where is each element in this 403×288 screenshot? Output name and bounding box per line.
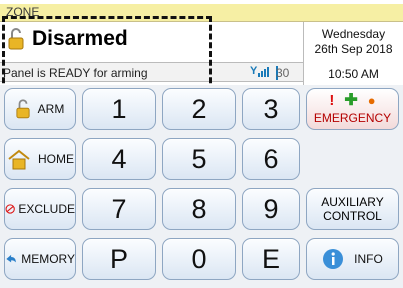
key-3-label: 3 [263,93,279,124]
house-padlock-icon [8,149,30,170]
key-1[interactable]: 1 [82,88,156,130]
key-p-label: P [109,243,128,274]
signal-value: 30 [276,66,290,80]
back-arrow-icon [6,254,16,263]
status-header: Disarmed [8,27,128,51]
info-button[interactable]: INFO [306,238,399,280]
key-4-label: 4 [111,143,127,174]
exclude-button[interactable]: EXCLUDE [4,188,76,230]
no-zone-icon [5,204,15,214]
key-9[interactable]: 9 [242,188,300,230]
keypad-grid: ARM HOME EXCLUDE MEMORY 1 2 3 4 5 6 7 8 … [0,85,403,288]
auxiliary-label: AUXILIARY CONTROL [321,195,383,223]
signal-bar-icon [267,67,270,77]
info-label: INFO [354,252,383,266]
ready-bar: Panel is READY for arming Y 30 [0,62,303,82]
date-time-box: Wednesday 26th Sep 2018 10:50 AM [303,22,403,85]
key-2-label: 2 [191,93,207,124]
fire-icon: ● [367,93,376,108]
key-2[interactable]: 2 [162,88,236,130]
key-5[interactable]: 5 [162,138,236,180]
status-title: Disarmed [32,27,128,50]
key-e-label: E [261,243,280,274]
signal-bar-icon [258,73,261,77]
medical-cross-icon: ✚ [344,92,358,109]
auxiliary-control-button[interactable]: AUXILIARY CONTROL [306,188,399,230]
key-5-label: 5 [191,143,207,174]
key-7[interactable]: 7 [82,188,156,230]
y-letter-icon: Y [250,65,258,77]
memory-button[interactable]: MEMORY [4,238,76,280]
ready-text: Panel is READY for arming [3,66,148,80]
key-0-label: 0 [191,243,207,274]
weekday: Wednesday [321,27,386,41]
emergency-button[interactable]: ! ✚ ● EMERGENCY [306,88,399,130]
unlocked-padlock-icon [8,28,24,50]
zone-label: ZONE [6,5,40,19]
arm-label: ARM [37,102,65,116]
key-9-label: 9 [263,193,279,224]
key-0[interactable]: 0 [162,238,236,280]
home-label: HOME [38,152,74,166]
key-6-label: 6 [263,143,279,174]
exclude-label: EXCLUDE [18,202,75,216]
auxiliary-line-1: AUXILIARY [321,195,384,209]
key-8[interactable]: 8 [162,188,236,230]
key-6[interactable]: 6 [242,138,300,180]
info-icon [323,249,344,269]
zone-bar: ZONE [0,4,403,22]
arm-button[interactable]: ARM [4,88,76,130]
alarm-panel: ZONE Disarmed Panel is READY for arming … [0,0,403,288]
signal-strength: Y 30 [250,65,289,80]
key-p[interactable]: P [82,238,156,280]
key-e[interactable]: E [242,238,300,280]
date: 26th Sep 2018 [314,42,393,56]
time: 10:50 AM [328,67,379,81]
home-button[interactable]: HOME [4,138,76,180]
signal-bar-icon [261,71,264,77]
emergency-icons: ! ✚ ● [307,92,398,109]
signal-bar-icon [264,69,267,77]
key-8-label: 8 [191,193,207,224]
key-4[interactable]: 4 [82,138,156,180]
memory-label: MEMORY [21,252,75,266]
key-3[interactable]: 3 [242,88,300,130]
auxiliary-line-2: CONTROL [323,209,382,223]
key-7-label: 7 [111,193,127,224]
emergency-label: EMERGENCY [313,111,392,125]
alert-icon: ! [329,92,335,109]
unlocked-padlock-icon [16,99,30,119]
key-1-label: 1 [111,93,127,124]
